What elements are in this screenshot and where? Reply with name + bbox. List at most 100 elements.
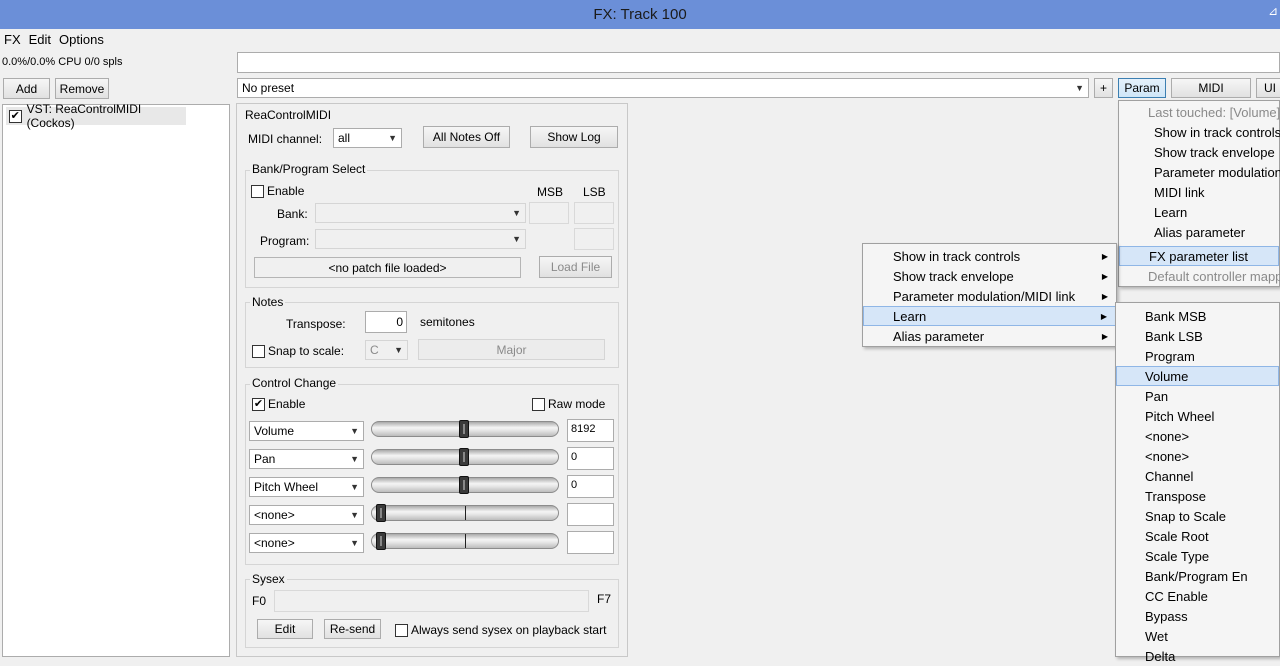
param-list-item-volume[interactable]: Volume [1116, 366, 1279, 386]
program-field[interactable] [574, 228, 614, 250]
bank-lsb-field[interactable] [574, 202, 614, 224]
fx-item-label: VST: ReaControlMIDI (Cockos) [26, 102, 142, 130]
cc-param-select[interactable]: Volume ▼ [249, 421, 364, 441]
menu-fx[interactable]: FX [0, 30, 25, 50]
cc-enable[interactable]: ✔ Enable [252, 397, 305, 411]
param-list-item[interactable]: Pan [1116, 386, 1279, 406]
sysex-field[interactable] [274, 590, 589, 612]
menu-edit[interactable]: Edit [25, 30, 55, 50]
param-menu-item[interactable]: Show in track controls [1119, 122, 1280, 142]
param-list-item[interactable]: Bank LSB [1116, 326, 1279, 346]
param-list-item[interactable]: CC Enable [1116, 586, 1279, 606]
cc-param-select[interactable]: Pitch Wheel ▼ [249, 477, 364, 497]
cc-value-field[interactable]: 8192 [567, 419, 614, 442]
cc-value-field[interactable]: 0 [567, 475, 614, 498]
bank-enable-checkbox[interactable] [251, 184, 264, 198]
param-list-item[interactable]: Bank/Program En [1116, 566, 1279, 586]
cc-slider[interactable] [371, 532, 559, 550]
msb-label: MSB [537, 185, 564, 199]
sysex-resend-button[interactable]: Re-send [324, 619, 381, 639]
pin-icon[interactable]: ⊿ [1268, 4, 1280, 18]
fx-name-field[interactable] [237, 52, 1280, 73]
raw-mode-label: Raw mode [548, 397, 606, 411]
cc-slider[interactable] [371, 504, 559, 522]
snap-checkbox[interactable] [252, 344, 265, 358]
context-menu-item[interactable]: Alias parameter ▶ [863, 326, 1116, 346]
snap-to-scale[interactable]: Snap to scale: [252, 344, 344, 358]
param-list-item[interactable]: <none> [1116, 426, 1279, 446]
slider-thumb[interactable] [459, 448, 469, 466]
menu-options[interactable]: Options [55, 30, 108, 50]
param-list-item[interactable]: <none> [1116, 446, 1279, 466]
param-list-item[interactable]: Pitch Wheel [1116, 406, 1279, 426]
bank-select[interactable]: ▼ [315, 203, 526, 223]
context-menu-item[interactable]: Show track envelope ▶ [863, 266, 1116, 286]
context-menu-item[interactable]: Show in track controls ▶ [863, 246, 1116, 266]
fx-enable-checkbox[interactable]: ✔ [9, 109, 22, 123]
param-menu-item[interactable]: Alias parameter [1119, 222, 1279, 242]
cc-slider[interactable] [371, 448, 559, 466]
always-send-sysex[interactable]: Always send sysex on playback start [395, 623, 606, 637]
midi-channel-select[interactable]: all ▼ [333, 128, 402, 148]
param-list-item[interactable]: Scale Type [1116, 546, 1279, 566]
param-menu-item[interactable]: Parameter modulation/ [1119, 162, 1280, 182]
param-list-item[interactable]: Scale Root [1116, 526, 1279, 546]
cc-value-field[interactable]: 0 [567, 447, 614, 470]
cc-param-select[interactable]: <none> ▼ [249, 505, 364, 525]
slider-thumb[interactable] [459, 420, 469, 438]
slider-thumb[interactable] [376, 504, 386, 522]
cc-value-field[interactable] [567, 531, 614, 554]
param-list-item[interactable]: Wet [1116, 626, 1279, 646]
show-log-button[interactable]: Show Log [530, 126, 618, 148]
add-button[interactable]: Add [3, 78, 50, 99]
param-list-item[interactable]: Bank MSB [1116, 306, 1279, 326]
fx-chain-list[interactable]: ✔ VST: ReaControlMIDI (Cockos) [2, 102, 230, 657]
param-list-item[interactable]: Snap to Scale [1116, 506, 1279, 526]
midi-button[interactable]: MIDI [1171, 78, 1251, 98]
fx-list-item[interactable]: ✔ VST: ReaControlMIDI (Cockos) [6, 102, 186, 130]
cc-slider[interactable] [371, 476, 559, 494]
param-menu: Last touched: [Volume] Show in track con… [1118, 100, 1280, 287]
chevron-down-icon: ▼ [394, 345, 403, 355]
param-menu-item[interactable]: MIDI link [1119, 182, 1279, 202]
param-menu-item[interactable]: Learn [1119, 202, 1279, 222]
cc-value-field[interactable] [567, 503, 614, 526]
preset-plus-button[interactable]: + [1094, 78, 1113, 98]
param-list-item[interactable]: Program [1116, 346, 1279, 366]
transpose-field[interactable]: 0 [365, 311, 407, 333]
param-list-item[interactable]: Bypass [1116, 606, 1279, 626]
all-notes-off-button[interactable]: All Notes Off [423, 126, 510, 148]
raw-mode[interactable]: Raw mode [532, 397, 605, 411]
bank-msb-field[interactable] [529, 202, 569, 224]
cc-enable-checkbox[interactable]: ✔ [252, 397, 265, 411]
program-label: Program: [260, 234, 310, 248]
param-list-item[interactable]: Channel [1116, 466, 1279, 486]
program-select[interactable]: ▼ [315, 229, 526, 249]
bank-enable[interactable]: Enable [251, 184, 304, 198]
param-menu-item[interactable]: Show track envelope [1119, 142, 1279, 162]
raw-mode-checkbox[interactable] [532, 397, 545, 411]
cc-slider[interactable] [371, 420, 559, 438]
param-menu-fx-param-list[interactable]: FX parameter list [1119, 246, 1279, 266]
context-menu-item-label: Alias parameter [893, 328, 985, 344]
scale-type-button[interactable]: Major [418, 339, 605, 360]
param-list-item[interactable]: Transpose [1116, 486, 1279, 506]
sysex-edit-button[interactable]: Edit [257, 619, 313, 639]
window-title: FX: Track 100 [593, 6, 687, 23]
scale-root-select[interactable]: C ▼ [365, 340, 408, 360]
slider-thumb[interactable] [376, 532, 386, 550]
cc-param-select[interactable]: Pan ▼ [249, 449, 364, 469]
context-menu-item-learn[interactable]: Learn ▶ [863, 306, 1116, 326]
ui-button[interactable]: UI [1256, 78, 1280, 98]
remove-button[interactable]: Remove [55, 78, 109, 99]
load-file-button[interactable]: Load File [539, 256, 612, 278]
context-menu-item[interactable]: Parameter modulation/MIDI link ▶ [863, 286, 1116, 306]
context-menu-item-label: Show in track controls [893, 248, 1021, 264]
cc-param-select[interactable]: <none> ▼ [249, 533, 364, 553]
slider-thumb[interactable] [459, 476, 469, 494]
preset-select[interactable]: No preset ▼ [237, 78, 1089, 98]
param-button[interactable]: Param [1118, 78, 1166, 98]
always-send-checkbox[interactable] [395, 623, 408, 637]
param-list-item[interactable]: Delta [1116, 646, 1279, 666]
patch-file-display: <no patch file loaded> [254, 257, 521, 278]
